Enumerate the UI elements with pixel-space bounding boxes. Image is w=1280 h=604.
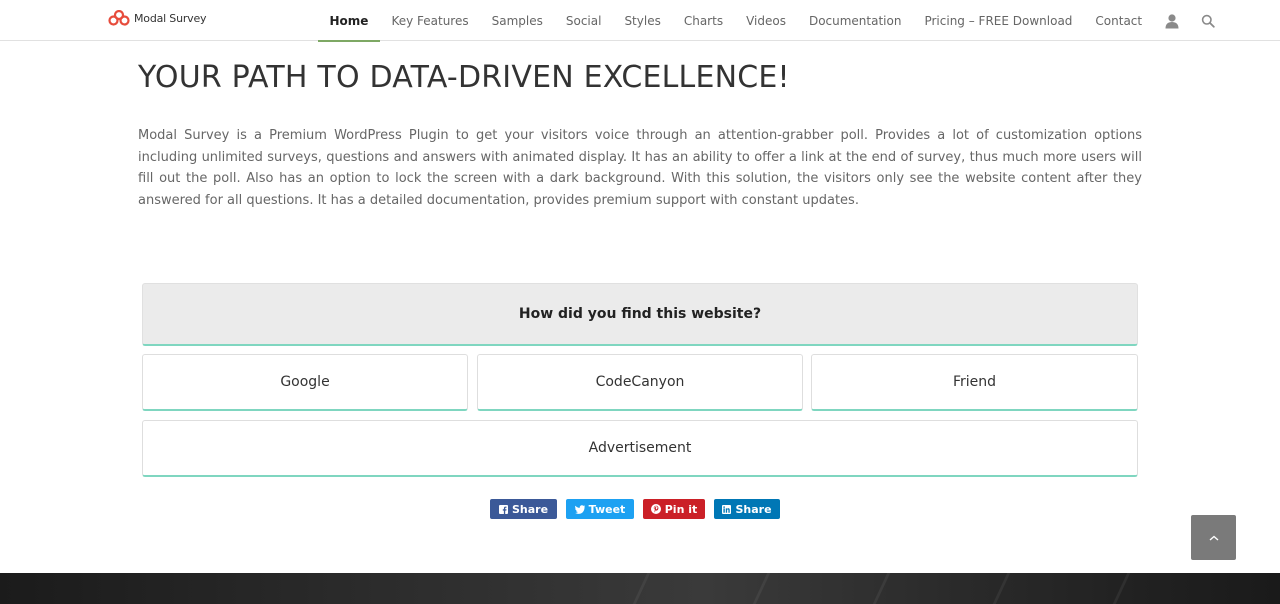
site-logo[interactable]: Modal Survey [108, 10, 207, 26]
footer-streak [872, 573, 891, 604]
site-header: Modal Survey Home Key Features Samples S… [0, 0, 1280, 42]
twitter-icon [574, 504, 585, 514]
footer-streak [752, 573, 771, 604]
main-nav: Home Key Features Samples Social Styles … [318, 0, 1226, 42]
linkedin-share-label: Share [735, 502, 772, 516]
logo-text: Modal Survey [134, 11, 207, 25]
linkedin-icon [722, 504, 732, 514]
twitter-share-label: Tweet [588, 502, 626, 516]
linkedin-share-button[interactable]: Share [714, 499, 780, 519]
nav-item-home[interactable]: Home [318, 0, 380, 42]
user-icon[interactable] [1154, 0, 1190, 41]
nav-item-samples[interactable]: Samples [480, 0, 554, 41]
nav-item-social[interactable]: Social [554, 0, 613, 41]
nav-item-videos[interactable]: Videos [735, 0, 798, 41]
footer-background [0, 573, 1280, 604]
facebook-icon [498, 504, 508, 514]
facebook-share-button[interactable]: Share [490, 499, 557, 519]
nav-item-styles[interactable]: Styles [613, 0, 672, 41]
footer-streak [1112, 573, 1131, 604]
chevron-up-icon [1209, 535, 1218, 541]
pinterest-icon [650, 504, 661, 514]
intro-paragraph: Modal Survey is a Premium WordPress Plug… [138, 128, 1142, 208]
nav-item-contact[interactable]: Contact [1084, 0, 1154, 41]
survey-answer-google[interactable]: Google [142, 354, 468, 411]
nav-item-charts[interactable]: Charts [672, 0, 734, 41]
nav-item-documentation[interactable]: Documentation [797, 0, 913, 41]
survey-answer-friend[interactable]: Friend [811, 354, 1138, 411]
pinterest-share-button[interactable]: Pin it [643, 499, 705, 519]
pinterest-share-label: Pin it [664, 502, 698, 516]
footer-streak [992, 573, 1011, 604]
scroll-to-top-button[interactable] [1191, 515, 1236, 560]
survey-answer-codecanyon[interactable]: CodeCanyon [477, 354, 803, 411]
facebook-share-label: Share [511, 502, 549, 516]
search-icon[interactable] [1190, 0, 1226, 41]
footer-streak [632, 573, 651, 604]
survey-answer-advertisement[interactable]: Advertisement [142, 420, 1138, 477]
nav-item-key-features[interactable]: Key Features [380, 0, 480, 41]
page-title: YOUR PATH TO DATA-DRIVEN EXCELLENCE! [138, 60, 790, 95]
twitter-share-button[interactable]: Tweet [566, 499, 634, 519]
logo-icon [108, 10, 130, 26]
nav-item-pricing[interactable]: Pricing – FREE Download [913, 0, 1084, 41]
survey-question: How did you find this website? [142, 283, 1138, 346]
